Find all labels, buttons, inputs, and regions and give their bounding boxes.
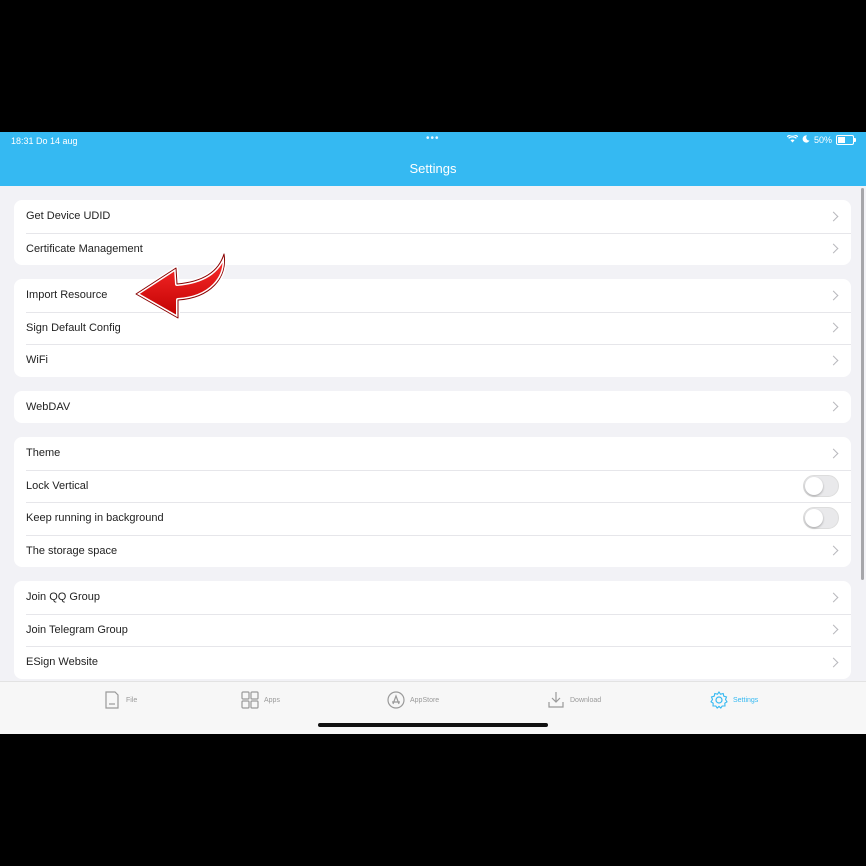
settings-group-community: Join QQ Group Join Telegram Group ESign … (14, 581, 851, 679)
lock-vertical-toggle[interactable] (803, 474, 839, 497)
app-screen: 18:31 Do 14 aug ••• 50% Settings Get Dev… (0, 132, 866, 734)
row-keep-running-background: Keep running in background (14, 502, 851, 535)
row-theme[interactable]: Theme (14, 437, 851, 470)
row-wifi[interactable]: WiFi (14, 344, 851, 377)
chevron-right-icon (828, 401, 839, 412)
keep-running-toggle[interactable] (803, 507, 839, 530)
chevron-right-icon (828, 448, 839, 459)
row-join-telegram-group[interactable]: Join Telegram Group (14, 613, 851, 647)
row-storage-space[interactable]: The storage space (14, 534, 851, 568)
row-label: Theme (26, 447, 61, 460)
settings-group-webdav: WebDAV (14, 390, 851, 424)
wifi-icon (786, 134, 799, 145)
status-time: 18:31 Do 14 aug (11, 136, 78, 146)
chevron-right-icon (828, 624, 839, 635)
chevron-right-icon (828, 243, 839, 254)
tab-label: Apps (264, 696, 280, 704)
tab-label: AppStore (410, 696, 440, 704)
row-label: Keep running in background (26, 512, 164, 525)
tab-label: File (126, 696, 138, 704)
tab-file[interactable]: File (102, 690, 137, 710)
row-label: Get Device UDID (26, 210, 111, 223)
row-esign-website[interactable]: ESign Website (14, 646, 851, 679)
chevron-right-icon (828, 592, 839, 603)
toggle-knob (805, 509, 823, 528)
gear-icon (710, 691, 728, 709)
row-label: Lock Vertical (26, 479, 89, 492)
home-indicator (318, 723, 548, 727)
chevron-right-icon (828, 545, 839, 556)
appstore-icon (387, 691, 405, 709)
chevron-right-icon (828, 355, 839, 366)
chevron-right-icon (828, 657, 839, 668)
scrollbar[interactable] (861, 188, 864, 580)
battery-percent: 50% (813, 135, 832, 145)
tab-label: Settings (733, 696, 759, 704)
red-arrow-annotation (134, 252, 227, 320)
tab-appstore[interactable]: AppStore (386, 690, 439, 710)
nav-header: 18:31 Do 14 aug ••• 50% Settings (0, 132, 866, 186)
row-label: ESign Website (26, 656, 98, 669)
row-label: Join Telegram Group (26, 623, 128, 636)
moon-icon (802, 135, 810, 145)
row-label: The storage space (26, 544, 118, 557)
tab-settings[interactable]: Settings (709, 690, 758, 710)
multitasking-dots[interactable]: ••• (426, 133, 440, 144)
chevron-right-icon (828, 290, 839, 301)
tab-download[interactable]: Download (546, 690, 601, 710)
row-get-device-udid[interactable]: Get Device UDID (14, 200, 851, 233)
row-webdav[interactable]: WebDAV (14, 391, 851, 424)
battery-icon (836, 135, 856, 145)
page-title: Settings (409, 161, 457, 176)
tab-apps[interactable]: Apps (240, 690, 280, 710)
row-label: Join QQ Group (26, 591, 100, 604)
chevron-right-icon (828, 322, 839, 333)
file-icon (105, 691, 119, 709)
status-indicators: 50% (786, 134, 856, 145)
toggle-knob (805, 476, 823, 495)
download-icon (548, 692, 564, 708)
apps-grid-icon (241, 691, 259, 709)
row-lock-vertical: Lock Vertical (14, 469, 851, 503)
tab-label: Download (570, 696, 602, 704)
chevron-right-icon (828, 211, 839, 222)
row-label: WiFi (26, 354, 48, 367)
row-join-qq-group[interactable]: Join QQ Group (14, 581, 851, 614)
row-label: WebDAV (26, 400, 71, 413)
settings-group-appearance: Theme Lock Vertical Keep running in back… (14, 437, 851, 567)
